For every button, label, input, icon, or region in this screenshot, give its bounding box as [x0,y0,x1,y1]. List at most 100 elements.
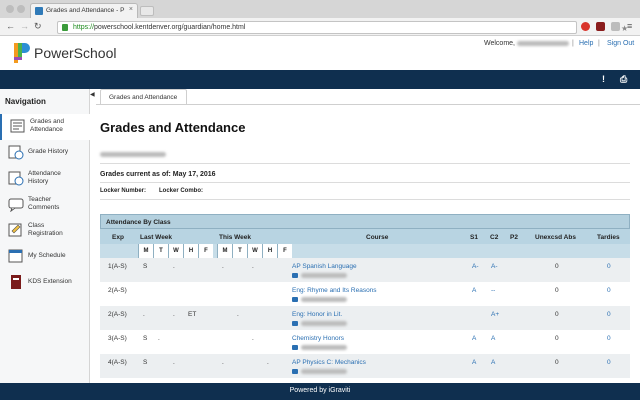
cell-s1-grade[interactable]: A [472,359,476,366]
table-row: 2(A-S) Eng: Rhyme and Its Reasons A -- 0 0 [100,282,630,306]
sidebar-item-label: My Schedule [28,252,66,259]
last-week-day-header: M [138,244,153,258]
cell-s1-grade[interactable]: A [472,287,476,294]
cell-tardies[interactable]: 0 [607,359,611,366]
extension-icon[interactable] [596,22,605,31]
browser-tab[interactable]: Grades and Attendance - P × [30,3,138,18]
cell-unexcused-abs: 0 [555,359,559,366]
cell-last-week-day[interactable]: S [143,263,147,270]
content-tab-rule [96,104,640,105]
collapse-sidebar-icon[interactable]: ◀ [90,91,96,103]
sidebar-item-grade-history[interactable]: Grade History [0,140,90,166]
sidebar-item-class-registration[interactable]: Class Registration [0,218,90,244]
col-exp: Exp [112,234,124,241]
page-title: Grades and Attendance [100,120,246,135]
cell-course[interactable]: AP Physics C: Mechanics [292,359,366,366]
sidebar-item-label: Teacher Comments [28,196,60,211]
col-tardies: Tardies [597,234,620,241]
shield-extension-icon[interactable] [611,22,620,31]
sidebar-item-teacher-comments[interactable]: Teacher Comments [0,192,90,218]
back-icon[interactable]: ← [6,21,15,31]
email-teacher-icon[interactable] [292,273,298,278]
new-tab-button[interactable] [140,6,154,16]
cell-last-week-day[interactable]: . [143,311,145,318]
sidebar-item-my-schedule[interactable]: My Schedule [0,244,90,270]
lock-icon [62,24,68,31]
email-teacher-icon[interactable] [292,345,298,350]
this-week-day-header: F [277,244,292,258]
header-separator: | [572,40,574,47]
footer-text: Powered by iGraviti [289,387,351,394]
cell-last-week-day[interactable]: . [173,311,175,318]
attendance-table-caption: Attendance By Class [100,214,630,229]
forward-icon[interactable]: → [20,21,29,31]
favicon-icon [35,7,43,15]
cell-course[interactable]: Chemistry Honors [292,335,344,342]
cell-this-week-day[interactable]: . [237,311,239,318]
tab-close-icon[interactable]: × [129,6,133,13]
cell-s1-grade[interactable]: A [472,335,476,342]
table-row: 1(A-S) S... AP Spanish Language A- A- 0 0 [100,258,630,282]
cell-tardies[interactable]: 0 [607,335,611,342]
sidebar-item-label: KDS Extension [28,278,72,285]
cell-c2-grade[interactable]: A [491,359,495,366]
cell-last-week-day[interactable]: . [158,335,160,342]
close-window-icon[interactable] [6,5,14,13]
sidebar-item-kds-extension[interactable]: KDS Extension [0,270,90,296]
kds-extension-icon [11,275,21,289]
cell-unexcused-abs: 0 [555,287,559,294]
email-teacher-icon[interactable] [292,369,298,374]
email-teacher-icon[interactable] [292,297,298,302]
col-s1: S1 [470,234,478,241]
cell-last-week-day[interactable]: ET [188,311,196,318]
cell-c2-grade[interactable]: A- [491,263,498,270]
browser-tab-title: Grades and Attendance - P [46,7,125,14]
opera-extension-icon[interactable] [581,22,590,31]
cell-c2-grade[interactable]: A [491,335,495,342]
cell-exp: 3(A-S) [108,335,127,342]
cell-tardies[interactable]: 0 [607,311,611,318]
col-c2: C2 [490,234,499,241]
divider [100,199,630,200]
cell-this-week-day[interactable]: . [222,263,224,270]
col-p2: P2 [510,234,518,241]
cell-course[interactable]: Eng: Honor in Lit. [292,311,342,318]
sign-out-link[interactable]: Sign Out [607,40,634,47]
email-teacher-icon[interactable] [292,321,298,326]
tab-grades-and-attendance[interactable]: Grades and Attendance [100,89,187,104]
alert-icon[interactable]: ! [602,74,605,84]
divider [100,163,630,164]
address-bar[interactable]: https://powerschool.kentdenver.org/guard… [57,21,628,34]
sidebar-item-label: Attendance History [28,170,61,185]
reload-icon[interactable]: ↻ [34,21,42,32]
cell-tardies[interactable]: 0 [607,263,611,270]
cell-this-week-day[interactable]: . [267,359,269,366]
cell-last-week-day[interactable]: S [143,359,147,366]
table-header-row: Exp Last Week This Week Course S1 C2 P2 … [100,229,630,244]
menu-icon[interactable]: ≡ [627,21,632,31]
cell-last-week-day[interactable]: . [173,359,175,366]
sidebar-item-attendance-history[interactable]: Attendance History [0,166,90,192]
cell-last-week-day[interactable]: . [173,263,175,270]
cell-tardies[interactable]: 0 [607,287,611,294]
cell-this-week-day[interactable]: . [252,263,254,270]
cell-unexcused-abs: 0 [555,311,559,318]
cell-last-week-day[interactable]: S [143,335,147,342]
cell-c2-grade[interactable]: -- [491,287,495,294]
printer-icon[interactable]: ⎙ [620,74,627,85]
help-link[interactable]: Help [579,40,593,47]
schedule-icon [8,249,23,263]
cell-c2-grade[interactable]: A+ [491,311,499,318]
cell-this-week-day[interactable]: . [222,359,224,366]
welcome-text: Welcome, [484,40,569,47]
sidebar-item-grades-and-attendance[interactable]: Grades and Attendance [0,114,90,140]
cell-course[interactable]: AP Spanish Language [292,263,357,270]
minimize-window-icon[interactable] [17,5,25,13]
col-unexcused-abs: Unexcsd Abs [535,234,576,241]
sidebar-item-label: Grades and Attendance [30,118,64,133]
cell-s1-grade[interactable]: A- [472,263,479,270]
cell-exp: 1(A-S) [108,263,127,270]
cell-course[interactable]: Eng: Rhyme and Its Reasons [292,287,377,294]
cell-this-week-day[interactable]: . [252,335,254,342]
table-row: 4(A-S) S... AP Physics C: Mechanics A A 0 0 [100,354,630,378]
